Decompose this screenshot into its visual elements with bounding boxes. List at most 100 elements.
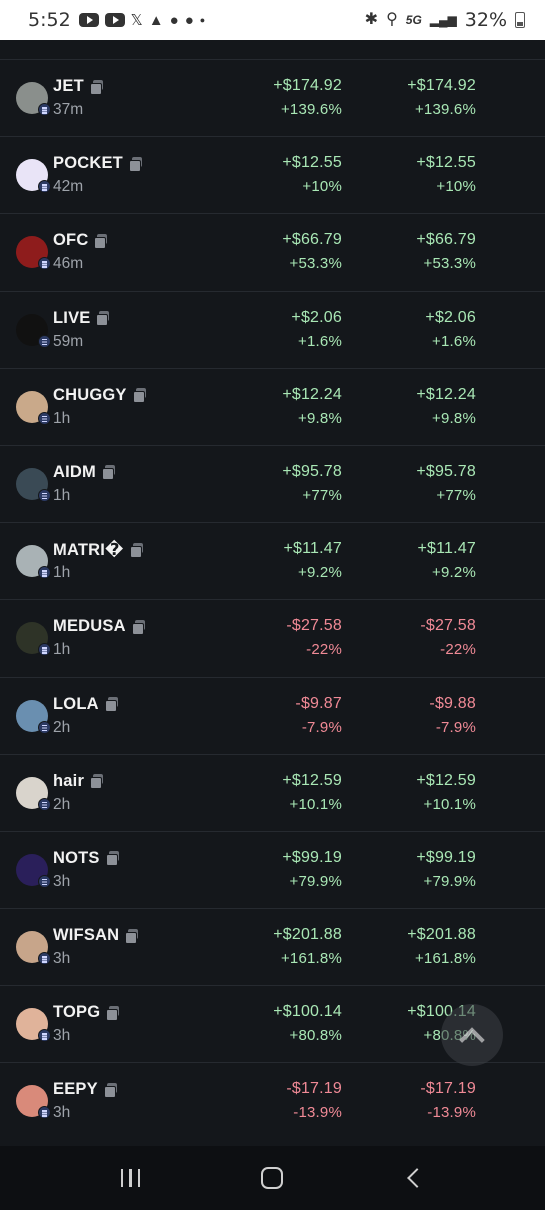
token-row[interactable]: OFC 46m +$66.79 +53.3% +$66.79 +53.3% bbox=[0, 214, 545, 292]
chain-badge-icon bbox=[38, 797, 51, 811]
pnl-value: +$11.47 bbox=[283, 540, 342, 558]
token-age: 46m bbox=[53, 255, 84, 273]
copy-icon[interactable] bbox=[94, 233, 108, 249]
token-name-wrap: AIDM bbox=[53, 463, 116, 482]
unrealized-value: +$201.88 bbox=[407, 926, 476, 944]
token-age: 1h bbox=[53, 409, 71, 427]
token-row[interactable]: NOTS 3h +$99.19 +79.9% +$99.19 +79.9% bbox=[0, 832, 545, 910]
pnl-value: +$66.79 bbox=[282, 231, 342, 249]
pnl-percent: -22% bbox=[306, 641, 342, 659]
reddit-icon: ● bbox=[184, 11, 194, 29]
token-name: NOTS bbox=[53, 848, 100, 867]
token-age: 37m bbox=[53, 101, 84, 118]
token-avatar[interactable] bbox=[16, 545, 51, 580]
bluetooth-icon: ✱ bbox=[364, 11, 379, 28]
pnl-value: +$12.24 bbox=[282, 385, 342, 403]
token-avatar[interactable] bbox=[16, 699, 51, 734]
copy-icon[interactable] bbox=[106, 1005, 120, 1021]
token-avatar[interactable] bbox=[16, 622, 51, 657]
system-icons: ✱ ⚲ 5G ▂▄▆ 32% bbox=[365, 9, 525, 31]
token-name: LOLA bbox=[53, 694, 99, 713]
copy-icon[interactable] bbox=[96, 311, 110, 327]
token-avatar[interactable] bbox=[16, 931, 51, 966]
token-row[interactable]: POCKET 42m +$12.55 +10% +$12.55 +10% bbox=[0, 137, 545, 215]
pnl-value: +$2.06 bbox=[291, 308, 342, 326]
pnl-value: +$174.92 bbox=[273, 77, 342, 94]
pnl-percent: -7.9% bbox=[301, 718, 342, 736]
token-name: JET bbox=[53, 77, 84, 95]
pnl-value: -$17.19 bbox=[286, 1080, 342, 1098]
pnl-percent: +10% bbox=[302, 178, 342, 196]
token-row[interactable]: JET 37m +$174.92 +139.6% +$174.92 +139.6… bbox=[0, 60, 545, 138]
copy-icon[interactable] bbox=[128, 156, 143, 172]
token-name-wrap: OFC bbox=[53, 231, 108, 250]
pnl-percent: -13.9% bbox=[293, 1104, 342, 1122]
youtube-icon bbox=[78, 13, 99, 27]
token-age: 3h bbox=[53, 1104, 71, 1122]
home-icon[interactable] bbox=[261, 1167, 284, 1189]
token-age: 2h bbox=[53, 795, 71, 813]
scroll-to-top-button[interactable] bbox=[441, 1004, 503, 1066]
pnl-value: +$95.78 bbox=[282, 462, 342, 480]
copy-icon[interactable] bbox=[132, 388, 147, 404]
token-age: 1h bbox=[53, 564, 71, 582]
pnl-percent: +80.8% bbox=[289, 1027, 342, 1045]
token-name: LIVE bbox=[53, 308, 91, 327]
token-avatar[interactable] bbox=[16, 776, 51, 811]
status-time: 5:52 bbox=[28, 9, 71, 31]
copy-icon[interactable] bbox=[101, 465, 116, 481]
copy-icon[interactable] bbox=[89, 79, 104, 95]
token-list[interactable]: JET 37m +$174.92 +139.6% +$174.92 +139.6… bbox=[0, 40, 545, 1140]
token-row[interactable]: LIVE 59m +$2.06 +1.6% +$2.06 +1.6% bbox=[0, 292, 545, 369]
token-name-wrap: POCKET bbox=[53, 154, 143, 173]
location-icon: ⚲ bbox=[386, 11, 398, 28]
recent-apps-icon[interactable] bbox=[120, 1169, 141, 1187]
unrealized-value: -$17.19 bbox=[420, 1080, 476, 1098]
copy-icon[interactable] bbox=[103, 1082, 118, 1098]
copy-icon[interactable] bbox=[125, 928, 139, 944]
token-avatar[interactable] bbox=[16, 467, 51, 502]
token-avatar[interactable] bbox=[16, 853, 51, 888]
token-avatar[interactable] bbox=[16, 390, 51, 425]
token-row[interactable]: WIFSAN 3h +$201.88 +161.8% +$201.88 +161… bbox=[0, 909, 545, 987]
token-row[interactable]: LOLA 2h -$9.87 -7.9% -$9.88 -7.9% bbox=[0, 678, 545, 755]
copy-icon[interactable] bbox=[105, 851, 120, 867]
token-avatar[interactable] bbox=[16, 1085, 51, 1120]
token-age: 3h bbox=[53, 1027, 71, 1045]
copy-icon[interactable] bbox=[104, 697, 119, 712]
x-icon: 𝕏 bbox=[130, 11, 143, 29]
token-age: 59m bbox=[53, 332, 84, 350]
token-avatar[interactable] bbox=[16, 159, 51, 194]
chain-badge-icon bbox=[38, 1029, 51, 1043]
status-bar: 5:52 𝕏 ▲ ● ● ● ✱ ⚲ 5G ▂▄▆ 32% bbox=[0, 0, 545, 40]
pnl-percent: +77% bbox=[302, 486, 342, 504]
chain-badge-icon bbox=[38, 334, 51, 348]
token-row[interactable]: CHUGGY 1h +$12.24 +9.8% +$12.24 +9.8% bbox=[0, 369, 545, 446]
copy-icon[interactable] bbox=[131, 619, 146, 635]
token-avatar[interactable] bbox=[16, 236, 51, 271]
signal-icon: ▂▄▆ bbox=[429, 13, 457, 27]
unrealized-percent: +77% bbox=[436, 486, 476, 504]
copy-icon[interactable] bbox=[90, 774, 104, 790]
system-nav-bar bbox=[0, 1146, 545, 1210]
dot-icon: ● bbox=[199, 14, 206, 25]
unrealized-value: +$2.06 bbox=[425, 308, 476, 326]
token-avatar[interactable] bbox=[16, 82, 51, 116]
copy-icon[interactable] bbox=[129, 543, 144, 559]
token-name-wrap: LOLA bbox=[53, 695, 119, 714]
token-avatar[interactable] bbox=[16, 1008, 51, 1043]
unrealized-percent: -22% bbox=[440, 641, 476, 659]
token-row[interactable]: AIDM 1h +$95.78 +77% +$95.78 +77% bbox=[0, 446, 545, 524]
token-row[interactable]: MATRI� 1h +$11.47 +9.2% +$11.47 +9.2% bbox=[0, 523, 545, 601]
token-row[interactable]: MEDUSA 1h -$27.58 -22% -$27.58 -22% bbox=[0, 600, 545, 678]
token-avatar[interactable] bbox=[16, 313, 51, 348]
pnl-percent: +139.6% bbox=[280, 101, 342, 118]
arrow-app-icon: ▲ bbox=[148, 11, 164, 29]
unrealized-percent: -13.9% bbox=[427, 1104, 476, 1122]
token-row[interactable]: EEPY 3h -$17.19 -13.9% -$17.19 -13.9% bbox=[0, 1063, 545, 1140]
token-name: AIDM bbox=[53, 462, 96, 481]
back-icon[interactable] bbox=[407, 1168, 428, 1188]
token-row[interactable]: hair 2h +$12.59 +10.1% +$12.59 +10.1% bbox=[0, 755, 545, 832]
pnl-value: -$9.87 bbox=[295, 694, 342, 712]
unrealized-value: +$99.19 bbox=[416, 848, 476, 866]
